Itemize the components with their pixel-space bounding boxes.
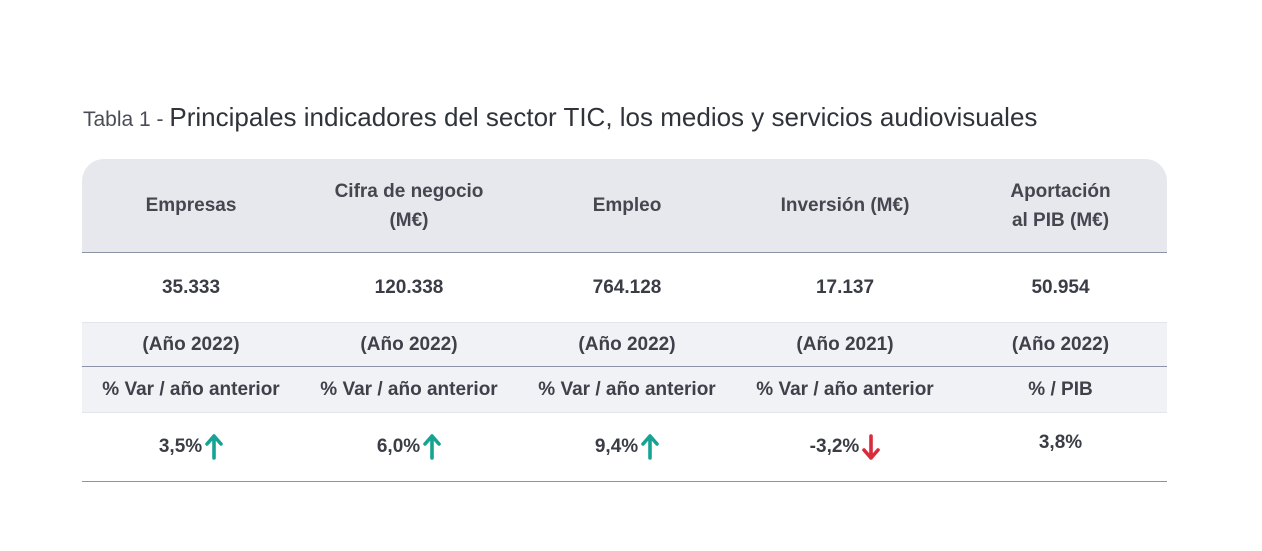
var-label-inversion: % Var / año anterior bbox=[756, 378, 934, 400]
header-inversion: Inversión (M€) bbox=[736, 159, 954, 252]
value-inversion: 17.137 bbox=[815, 276, 875, 298]
up-arrow-icon bbox=[205, 434, 223, 460]
down-arrow-icon bbox=[862, 434, 881, 460]
indicators-table: Empresas Cifra de negocio (M€) Empleo In… bbox=[82, 159, 1167, 482]
year-inversion: (Año 2021) bbox=[796, 333, 894, 355]
header-empleo-label: Empleo bbox=[592, 195, 662, 216]
pct-empresas-value: 3,5% bbox=[158, 436, 203, 457]
header-inversion-label: Inversión (M€) bbox=[780, 195, 910, 216]
var-label-empresas: % Var / año anterior bbox=[102, 378, 280, 400]
header-empresas: Empresas bbox=[82, 159, 300, 252]
pct-cifra-negocio: 6,0% bbox=[300, 413, 518, 481]
pct-aportacion-pib: 3,8% bbox=[954, 413, 1167, 481]
header-cifra-negocio-line2: (M€) bbox=[389, 209, 429, 231]
value-empresas: 35.333 bbox=[161, 276, 221, 298]
table-pct-row: 3,5% 6,0% 9,4% -3,2% 3,8% bbox=[82, 413, 1167, 482]
header-aportacion-pib-line2: al PIB (M€) bbox=[1011, 209, 1110, 231]
table-title-main: Principales indicadores del sector TIC, … bbox=[169, 102, 1038, 132]
pct-empleo-value: 9,4% bbox=[594, 436, 639, 457]
table-title-prefix: Tabla 1 - bbox=[83, 108, 170, 131]
pct-inversion-value: -3,2% bbox=[809, 436, 860, 457]
var-label-empleo: % Var / año anterior bbox=[538, 378, 716, 400]
header-empresas-label: Empresas bbox=[145, 195, 237, 216]
year-empresas: (Año 2022) bbox=[142, 333, 240, 355]
header-cifra-negocio-line1: Cifra de negocio bbox=[334, 180, 484, 202]
pct-inversion: -3,2% bbox=[736, 413, 954, 481]
header-aportacion-pib: Aportación al PIB (M€) bbox=[954, 159, 1167, 252]
var-label-cifra-negocio: % Var / año anterior bbox=[320, 378, 498, 400]
value-cifra-negocio: 120.338 bbox=[374, 276, 444, 298]
table-values-row: 35.333 120.338 764.128 17.137 50.954 bbox=[82, 253, 1167, 322]
header-cifra-negocio: Cifra de negocio (M€) bbox=[300, 159, 518, 252]
pct-empresas: 3,5% bbox=[82, 413, 300, 481]
pct-aportacion-pib-value: 3,8% bbox=[1038, 432, 1083, 453]
header-aportacion-pib-line1: Aportación bbox=[1010, 180, 1111, 202]
table-header-row: Empresas Cifra de negocio (M€) Empleo In… bbox=[82, 159, 1167, 253]
year-aportacion-pib: (Año 2022) bbox=[1011, 333, 1110, 355]
value-aportacion-pib: 50.954 bbox=[1031, 276, 1090, 298]
up-arrow-icon bbox=[641, 434, 659, 460]
value-empleo: 764.128 bbox=[592, 276, 662, 298]
table-year-row: (Año 2022) (Año 2022) (Año 2022) (Año 20… bbox=[82, 322, 1167, 367]
pct-empleo: 9,4% bbox=[518, 413, 736, 481]
pct-cifra-negocio-value: 6,0% bbox=[376, 436, 421, 457]
table-title: Tabla 1 - Principales indicadores del se… bbox=[83, 102, 1037, 133]
year-empleo: (Año 2022) bbox=[578, 333, 676, 355]
table-var-label-row: % Var / año anterior % Var / año anterio… bbox=[82, 367, 1167, 413]
header-empleo: Empleo bbox=[518, 159, 736, 252]
year-cifra-negocio: (Año 2022) bbox=[360, 333, 458, 355]
var-label-aportacion-pib: % / PIB bbox=[1028, 378, 1093, 400]
up-arrow-icon bbox=[423, 434, 441, 460]
